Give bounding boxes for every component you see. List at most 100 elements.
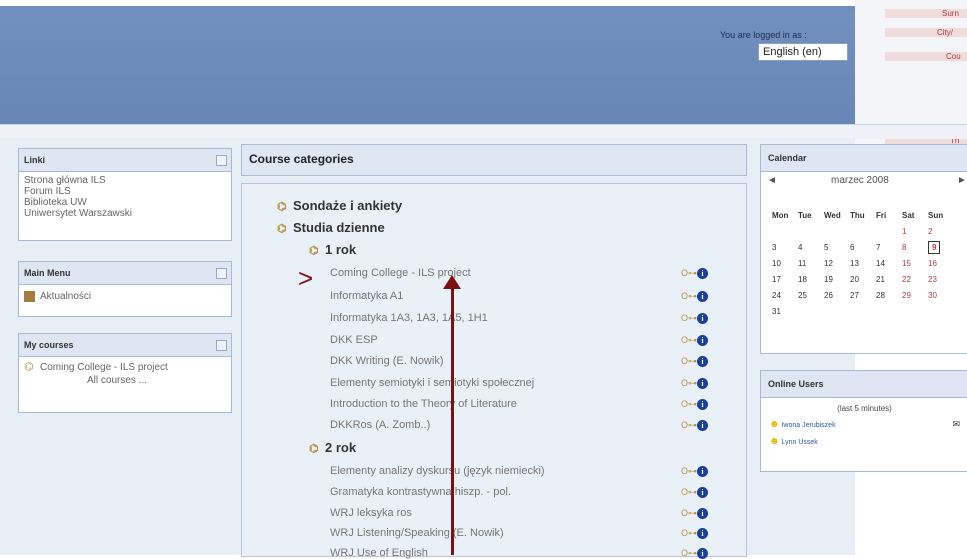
folder-icon: ⌬ (277, 201, 287, 213)
online-user-row[interactable]: ☻ Lynn Ussek (769, 436, 967, 447)
info-icon[interactable]: i (697, 313, 708, 324)
collapse-icon[interactable] (216, 340, 227, 351)
calendar-day[interactable]: 25 (797, 287, 823, 303)
header-top-strip (0, 0, 855, 6)
calendar-day[interactable]: 11 (797, 255, 823, 271)
online-user-name[interactable]: Iwona Jerubiszek (781, 422, 835, 429)
calendar-day[interactable]: 13 (849, 255, 875, 271)
calendar-day[interactable]: 24 (771, 287, 797, 303)
key-icon: O⊶ (681, 291, 698, 301)
collapse-icon[interactable] (216, 268, 227, 279)
all-courses-link[interactable]: All courses ... (24, 375, 226, 386)
link-item[interactable]: Biblioteka UW (24, 197, 226, 208)
key-icon: O⊶ (681, 487, 698, 497)
calendar-day[interactable]: 5 (823, 239, 849, 255)
course-link[interactable]: Gramatyka kontrastywna hiszp. - pol. (330, 486, 511, 498)
calendar-day[interactable]: 21 (875, 271, 901, 287)
info-icon[interactable]: i (697, 335, 708, 346)
calendar-day[interactable]: 17 (771, 271, 797, 287)
prev-month-icon[interactable]: ◄ (767, 175, 777, 186)
calendar-day[interactable]: 16 (927, 255, 953, 271)
subcategory-label: 1 rok (325, 242, 357, 257)
header-band (0, 12, 855, 124)
calendar-day[interactable]: 30 (927, 287, 953, 303)
calendar-day (797, 303, 823, 319)
calendar-day[interactable]: 1 (901, 223, 927, 239)
calendar-day[interactable]: 2 (927, 223, 953, 239)
calendar-day (875, 223, 901, 239)
calendar-day[interactable]: 26 (823, 287, 849, 303)
link-item[interactable]: Uniwersytet Warszawski (24, 208, 226, 219)
online-user-row[interactable]: ☻ Iwona Jerubiszek ✉ (769, 419, 967, 430)
calendar-day[interactable]: 4 (797, 239, 823, 255)
language-select[interactable]: English (en) (758, 43, 848, 61)
course-link[interactable]: Introduction to the Theory of Literature (330, 398, 517, 410)
calendar-day[interactable]: 8 (901, 239, 927, 255)
calendar-day[interactable]: 23 (927, 271, 953, 287)
calendar-day (797, 223, 823, 239)
calendar-day[interactable]: 22 (901, 271, 927, 287)
info-icon[interactable]: i (697, 466, 708, 477)
category-item[interactable]: ⌬ Studia dzienne (277, 220, 385, 235)
info-icon[interactable]: i (697, 487, 708, 498)
category-item[interactable]: ⌬ Sondaże i ankiety (277, 198, 402, 213)
course-link[interactable]: DKK ESP (330, 334, 378, 346)
calendar-day (849, 223, 875, 239)
online-user-name[interactable]: Lynn Ussek (781, 439, 817, 446)
subcategory-label: 2 rok (325, 440, 357, 455)
info-icon[interactable]: i (697, 378, 708, 389)
collapse-icon[interactable] (216, 155, 227, 166)
weekday-header: Sun (928, 210, 944, 220)
course-link[interactable]: Elementy semiotyki i semiotyki społeczne… (330, 377, 534, 389)
message-icon[interactable]: ✉ (952, 419, 960, 430)
calendar-day[interactable]: 28 (875, 287, 901, 303)
calendar-day[interactable]: 31 (771, 303, 797, 319)
category-label: Sondaże i ankiety (293, 198, 403, 213)
calendar-day[interactable]: 10 (771, 255, 797, 271)
calendar-day[interactable]: 12 (823, 255, 849, 271)
subcategory-item[interactable]: ⌬ 1 rok (309, 242, 356, 257)
calendar-day (875, 303, 901, 319)
next-month-icon[interactable]: ► (957, 175, 967, 186)
info-icon[interactable]: i (697, 528, 708, 539)
key-icon: O⊶ (681, 420, 698, 430)
info-icon[interactable]: i (697, 356, 708, 367)
course-link[interactable]: Elementy analizy dyskursu (język niemiec… (330, 465, 545, 477)
course-link[interactable]: WRJ leksyka ros (330, 507, 412, 519)
key-icon: O⊶ (681, 313, 698, 323)
calendar-day[interactable]: 29 (901, 287, 927, 303)
calendar-day[interactable]: 3 (771, 239, 797, 255)
news-link[interactable]: Aktualności (40, 291, 91, 302)
my-course-link[interactable]: Coming College - ILS project (40, 362, 168, 373)
key-icon: O⊶ (681, 508, 698, 518)
weekday-header: Wed (824, 210, 841, 220)
weekday-header: Thu (850, 210, 865, 220)
key-icon: O⊶ (681, 335, 698, 345)
info-icon[interactable]: i (697, 508, 708, 519)
course-link[interactable]: Informatyka 1A3, 1A3, 1A5, 1H1 (330, 312, 488, 324)
calendar-day[interactable]: 19 (823, 271, 849, 287)
subcategory-item[interactable]: ⌬ 2 rok (309, 440, 356, 455)
calendar-day[interactable]: 18 (797, 271, 823, 287)
info-icon[interactable]: i (697, 399, 708, 410)
course-link[interactable]: WRJ Use of English (330, 547, 428, 559)
link-item[interactable]: Strona główna ILS (24, 175, 226, 186)
calendar-day[interactable]: 6 (849, 239, 875, 255)
info-icon[interactable]: i (697, 420, 708, 431)
link-item[interactable]: Forum ILS (24, 186, 226, 197)
info-icon[interactable]: i (697, 268, 708, 279)
course-link[interactable]: Informatyka A1 (330, 290, 403, 302)
calendar-day[interactable]: 14 (875, 255, 901, 271)
calendar-day[interactable]: 7 (875, 239, 901, 255)
course-link[interactable]: DKKRos (A. Zomb..) (330, 419, 430, 431)
course-link[interactable]: DKK Writing (E. Nowik) (330, 355, 443, 367)
course-link[interactable]: WRJ Listening/Speaking (E. Nowik) (330, 527, 504, 539)
calendar-day (927, 303, 953, 319)
info-icon[interactable]: i (697, 291, 708, 302)
calendar-day[interactable]: 20 (849, 271, 875, 287)
calendar-title: Calendar (761, 145, 967, 172)
info-icon[interactable]: i (697, 548, 708, 559)
calendar-day[interactable]: 9 (927, 239, 953, 255)
calendar-day[interactable]: 15 (901, 255, 927, 271)
calendar-day[interactable]: 27 (849, 287, 875, 303)
